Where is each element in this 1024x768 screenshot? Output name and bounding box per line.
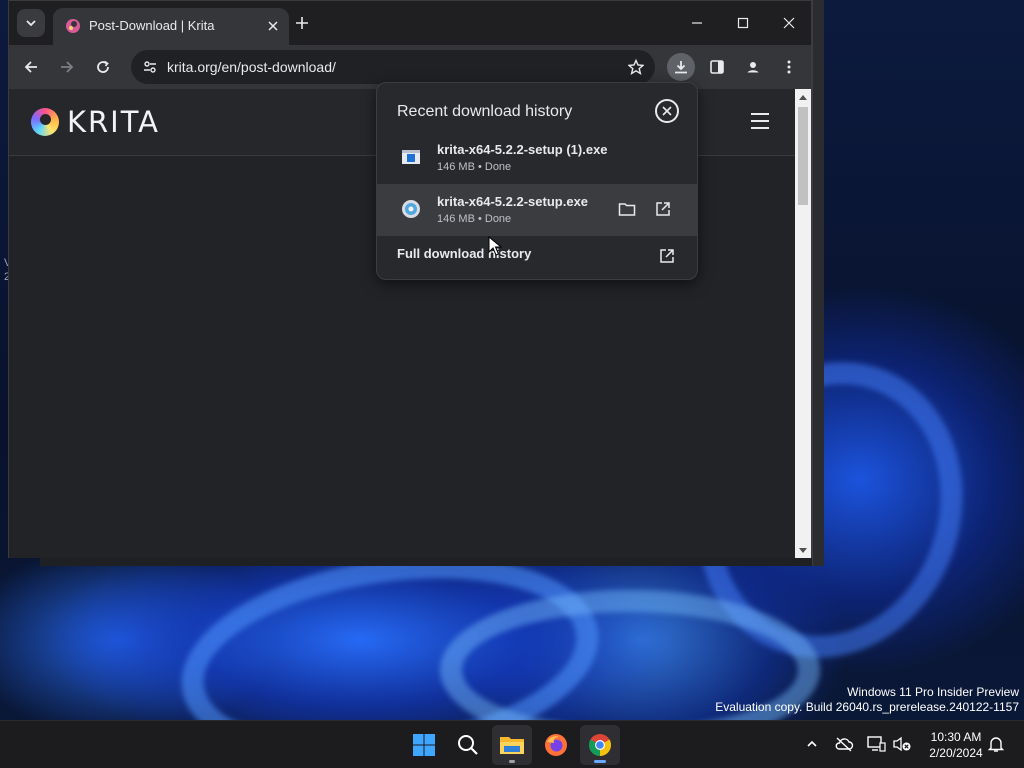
running-indicator xyxy=(509,760,515,763)
download-item[interactable]: krita-x64-5.2.2-setup.exe 146 MB • Done xyxy=(377,184,697,236)
taskbar-clock[interactable]: 10:30 AM 2/20/2024 xyxy=(918,729,994,761)
download-panel-close-button[interactable] xyxy=(655,99,679,123)
full-download-history-label: Full download history xyxy=(397,246,532,261)
forward-button[interactable] xyxy=(53,53,81,81)
download-item[interactable]: krita-x64-5.2.2-setup (1).exe 146 MB • D… xyxy=(377,132,697,184)
scroll-thumb[interactable] xyxy=(798,107,808,205)
account-icon xyxy=(745,59,761,75)
hamburger-line xyxy=(751,113,769,115)
clock-date: 2/20/2024 xyxy=(929,746,983,760)
address-bar[interactable]: krita.org/en/post-download/ xyxy=(131,50,655,84)
download-panel-title: Recent download history xyxy=(397,103,573,120)
windows-start-icon xyxy=(413,734,435,756)
search-icon xyxy=(458,735,478,755)
download-meta: 146 MB • Done xyxy=(437,213,512,225)
minimize-button[interactable] xyxy=(677,9,717,37)
download-filename: krita-x64-5.2.2-setup (1).exe xyxy=(437,142,608,157)
close-icon xyxy=(268,21,278,31)
file-explorer-icon xyxy=(500,737,524,754)
mouse-cursor-icon xyxy=(488,235,503,256)
notifications-button[interactable] xyxy=(985,733,1007,755)
krita-wordmark[interactable]: KRITA xyxy=(67,105,160,139)
hamburger-line xyxy=(751,127,769,129)
page-scrollbar[interactable] xyxy=(795,89,811,558)
start-button[interactable] xyxy=(404,725,444,765)
hamburger-line xyxy=(751,120,769,122)
network-monitor-icon xyxy=(867,736,886,752)
taskbar-chrome[interactable] xyxy=(580,725,620,765)
reload-button[interactable] xyxy=(89,53,117,81)
clock-time: 10:30 AM xyxy=(930,730,982,744)
reload-icon xyxy=(97,60,109,73)
star-icon xyxy=(628,59,644,75)
profile-button[interactable] xyxy=(739,53,767,81)
side-panel-icon xyxy=(710,60,724,74)
taskbar-search-button[interactable] xyxy=(448,725,488,765)
scroll-down-arrow-icon[interactable] xyxy=(799,548,807,553)
chrome-icon xyxy=(589,734,611,756)
download-icon xyxy=(675,61,687,74)
tab-title: Post-Download | Krita xyxy=(89,18,215,33)
scroll-up-arrow-icon[interactable] xyxy=(799,95,807,100)
background-window-edge xyxy=(812,0,824,566)
krita-logo-icon[interactable] xyxy=(31,108,59,136)
folder-icon xyxy=(618,203,636,216)
full-download-history-link[interactable]: Full download history xyxy=(377,236,697,279)
network-tray-button[interactable] xyxy=(865,733,887,755)
arrow-right-icon xyxy=(61,61,74,73)
tab-close-button[interactable] xyxy=(263,16,283,36)
plus-icon xyxy=(296,17,308,29)
installer-file-icon xyxy=(401,147,421,167)
tab-strip: Post-Download | Krita xyxy=(9,1,811,45)
show-in-folder-button[interactable] xyxy=(615,197,639,221)
maximize-icon xyxy=(737,17,749,29)
show-hidden-icons-button[interactable] xyxy=(801,733,823,755)
active-indicator xyxy=(594,760,606,763)
tune-icon xyxy=(144,61,156,73)
cloud-offline-icon xyxy=(835,737,854,752)
more-vertical-icon xyxy=(787,60,791,74)
krita-favicon-icon xyxy=(65,18,81,34)
tab-krita[interactable]: Post-Download | Krita xyxy=(53,8,289,45)
menu-button[interactable] xyxy=(775,53,803,81)
taskbar: 10:30 AM 2/20/2024 xyxy=(0,720,1024,768)
close-icon xyxy=(783,17,795,29)
download-filename: krita-x64-5.2.2-setup.exe xyxy=(437,194,589,209)
setup-file-icon xyxy=(401,199,421,219)
windows-watermark: Windows 11 Pro Insider Preview Evaluatio… xyxy=(715,685,1019,715)
close-icon xyxy=(662,106,672,116)
site-menu-button[interactable] xyxy=(751,113,771,131)
bell-icon xyxy=(988,737,1004,752)
watermark-line-edition: Windows 11 Pro Insider Preview xyxy=(847,685,1019,699)
url-text: krita.org/en/post-download/ xyxy=(167,59,336,75)
arrow-left-icon xyxy=(24,61,37,73)
open-external-icon xyxy=(655,244,679,268)
site-info-button[interactable] xyxy=(137,54,163,80)
open-external-icon xyxy=(656,202,670,216)
onedrive-tray-button[interactable] xyxy=(833,733,855,755)
close-window-button[interactable] xyxy=(769,9,809,37)
bookmark-button[interactable] xyxy=(623,54,649,80)
taskbar-file-explorer[interactable] xyxy=(492,725,532,765)
download-meta: 146 MB • Done xyxy=(437,161,512,173)
open-download-button[interactable] xyxy=(651,197,675,221)
volume-muted-icon xyxy=(893,736,911,752)
downloads-button[interactable] xyxy=(667,53,695,81)
chevron-up-icon xyxy=(807,740,817,747)
maximize-button[interactable] xyxy=(723,9,763,37)
volume-tray-button[interactable] xyxy=(891,733,913,755)
minimize-icon xyxy=(692,22,702,24)
side-panel-button[interactable] xyxy=(703,53,731,81)
taskbar-firefox[interactable] xyxy=(536,725,576,765)
download-history-panel: Recent download history krita-x64-5.2.2-… xyxy=(376,82,698,280)
tab-search-button[interactable] xyxy=(17,9,45,37)
new-tab-button[interactable] xyxy=(291,12,313,34)
chevron-down-icon xyxy=(26,20,36,27)
watermark-line-build: Evaluation copy. Build 26040.rs_prerelea… xyxy=(715,700,1019,714)
firefox-icon xyxy=(545,734,567,756)
back-button[interactable] xyxy=(17,53,45,81)
